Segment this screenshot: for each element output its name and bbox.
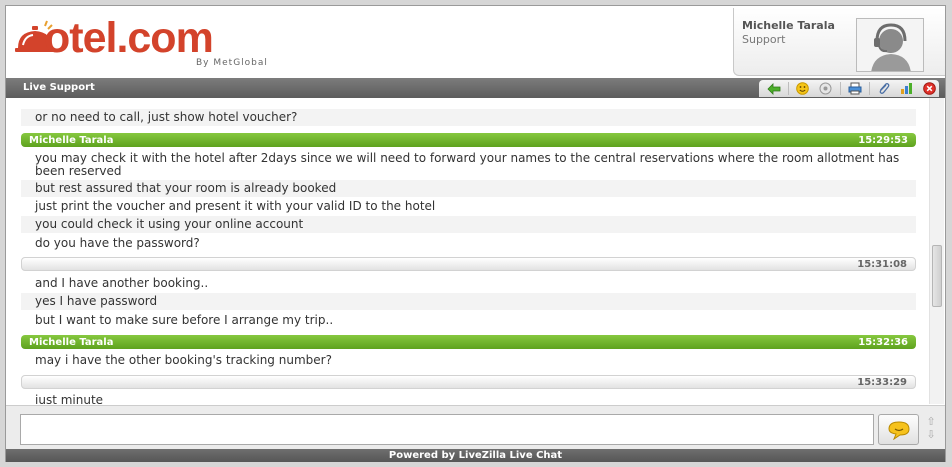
message-sender: Michelle Tarala [29,134,114,146]
close-icon[interactable] [921,81,939,96]
message-line: or no need to call, just show hotel vouc… [21,109,916,126]
message-line: you could check it using your online acc… [21,216,916,233]
title-bar-label: Live Support [23,82,95,93]
print-icon[interactable] [846,81,864,96]
input-panel: ⇧ ⇩ [6,405,945,449]
toolbar-separator [840,82,841,95]
message-input[interactable] [20,414,874,445]
message-time: 15:31:08 [857,258,907,270]
message-time: 15:29:53 [858,134,908,146]
message-header-agent: Michelle Tarala 15:29:53 [21,133,916,147]
message-line: may i have the other booking's tracking … [35,353,332,367]
attach-icon[interactable] [875,81,893,96]
message-header-visitor: 15:33:29 [21,375,916,389]
message-time: 15:33:29 [857,376,907,388]
logo-subtitle: By MetGlobal [196,58,268,68]
message-sender: Michelle Tarala [29,336,114,348]
footer: Powered by LiveZilla Live Chat [6,449,945,462]
scrollbar-thumb[interactable] [932,245,942,307]
arrow-down-icon[interactable]: ⇩ [926,428,935,441]
back-arrow-icon[interactable] [765,81,783,96]
speech-bubble-icon [887,420,910,440]
support-agent-icon [871,23,911,71]
chat-transcript: or no need to call, just show hotel vouc… [6,98,945,404]
agent-card: Michelle Tarala Support [733,8,945,76]
message-time: 15:32:36 [858,336,908,348]
logo: otel.com By MetGlobal [14,12,284,74]
resize-arrows[interactable]: ⇧ ⇩ [924,415,938,445]
title-bar: Live Support [6,78,945,98]
message-line: yes I have password [21,293,916,310]
send-button[interactable] [878,414,919,445]
message-line: but rest assured that your room is alrea… [21,180,916,197]
agent-avatar [856,18,924,72]
arrow-up-icon[interactable]: ⇧ [926,415,935,428]
message-line: just minute [35,393,104,405]
toolbar-separator [788,82,789,95]
message-header-agent: Michelle Tarala 15:32:36 [21,335,916,349]
toolbar [759,80,939,97]
toolbar-separator [868,82,870,95]
header: otel.com By MetGlobal Michelle Tarala Su… [6,6,945,77]
agent-role: Support [742,33,786,46]
message-line: and I have another booking.. [35,276,209,290]
smiley-icon[interactable] [794,81,812,96]
message-line: just print the voucher and present it wi… [35,199,436,213]
chat-window: otel.com By MetGlobal Michelle Tarala Su… [5,5,946,462]
logo-text: otel.com [44,14,214,62]
message-line: but I want to make sure before I arrange… [35,313,334,327]
message-header-visitor: 15:31:08 [21,257,916,271]
message-line: you may check it with the hotel after 2d… [35,151,900,178]
rate-icon[interactable] [898,81,916,96]
sound-icon[interactable] [817,81,835,96]
agent-name: Michelle Tarala [742,19,835,32]
message-line: do you have the password? [35,236,200,250]
